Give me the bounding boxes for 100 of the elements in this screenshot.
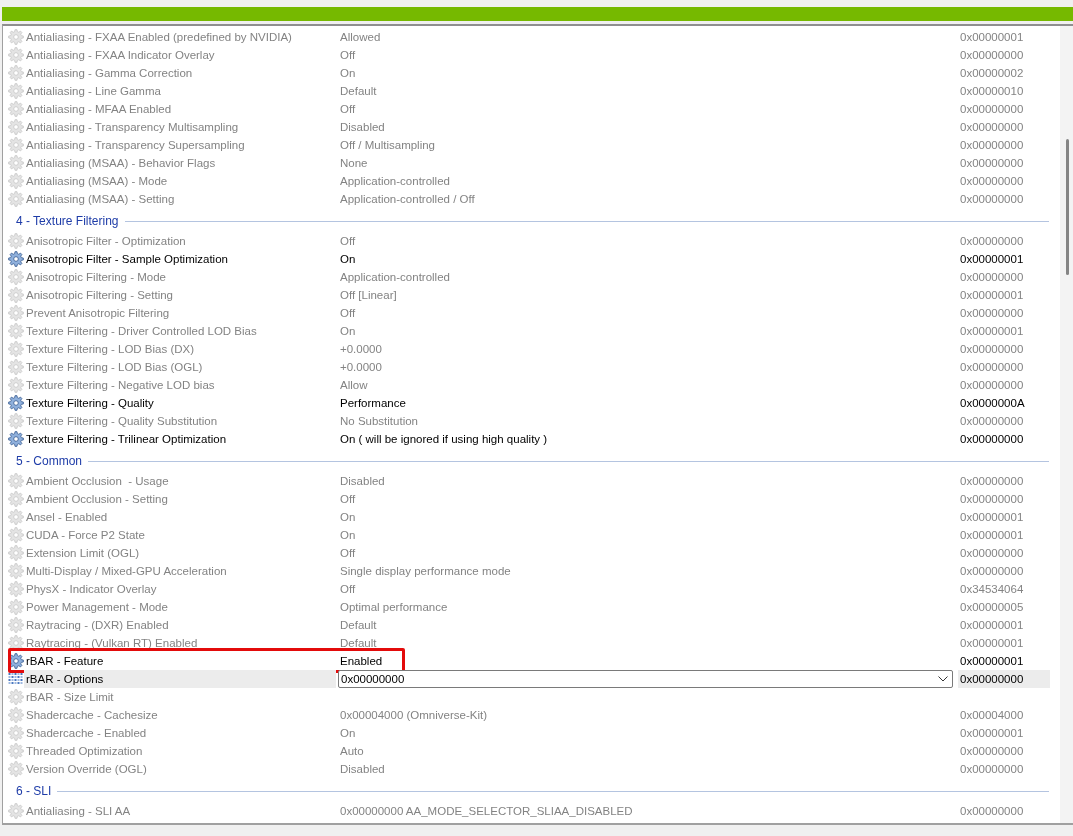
setting-name[interactable]: Version Override (OGL) [24,760,336,778]
setting-name[interactable]: Texture Filtering - Negative LOD bias [24,376,336,394]
scrollbar-thumb[interactable] [1066,139,1069,275]
setting-value: Off [339,306,356,321]
setting-value: Application-controlled / Off [339,192,475,207]
setting-hex: 0x00000000 [959,762,1025,777]
setting-hex: 0x00000000 [959,174,1025,189]
setting-hex: 0x00000000 [959,804,1025,819]
setting-name[interactable]: Texture Filtering - Trilinear Optimization [24,430,336,448]
setting-value: Auto [339,744,364,759]
setting-name[interactable]: Antialiasing (MSAA) - Behavior Flags [24,154,336,172]
setting-hex: 0x00004000 [959,708,1025,723]
section-header: 4 - Texture Filtering [16,214,119,228]
setting-value: 0x00004000 (Omniverse-Kit) [339,708,487,723]
setting-value: +0.0000 [339,360,382,375]
setting-hex: 0x00000010 [959,84,1025,99]
section-header: 5 - Common [16,454,83,468]
setting-name[interactable]: Texture Filtering - LOD Bias (DX) [24,340,336,358]
setting-hex: 0x00000001 [959,636,1025,651]
setting-name[interactable]: Anisotropic Filter - Optimization [24,232,336,250]
setting-name[interactable]: Antialiasing - MFAA Enabled [24,100,336,118]
setting-hex: 0x00000000 [959,102,1025,117]
setting-name[interactable]: CUDA - Force P2 State [24,526,336,544]
setting-value: Off [339,102,356,117]
setting-value: Off [339,546,356,561]
setting-value: Off [339,234,356,249]
setting-hex: 0x00000000 [959,192,1025,207]
setting-name[interactable]: Raytracing - (Vulkan RT) Enabled [24,634,336,652]
value-dropdown[interactable]: 0x00000000 [338,670,953,688]
setting-name[interactable]: Antialiasing (MSAA) - Setting [24,190,336,208]
setting-name[interactable]: Ambient Occlusion - Setting [24,490,336,508]
setting-hex: 0x00000000 [959,48,1025,63]
setting-hex: 0x0000000A [959,396,1026,411]
setting-hex: 0x00000000 [959,342,1025,357]
setting-hex: 0x00000000 [959,414,1025,429]
setting-hex: 0x00000000 [959,744,1025,759]
setting-name[interactable]: Antialiasing - FXAA Enabled (predefined by NVIDIA) [24,28,336,46]
setting-hex: 0x00000000 [959,120,1025,135]
setting-name[interactable]: Anisotropic Filter - Sample Optimization [24,250,336,268]
setting-value: None [339,156,368,171]
setting-value: Off [339,48,356,63]
setting-name[interactable]: Antialiasing - SLI AA [24,802,336,820]
setting-name[interactable]: Texture Filtering - Driver Controlled LOD Bias [24,322,336,340]
setting-name[interactable]: Extension Limit (OGL) [24,544,336,562]
setting-value: On [339,528,356,543]
setting-name[interactable]: Threaded Optimization [24,742,336,760]
scrollbar[interactable] [1060,26,1073,823]
setting-value: Application-controlled [339,270,450,285]
setting-value: Disabled [339,762,385,777]
setting-value: On [339,726,356,741]
setting-name[interactable]: Antialiasing - Transparency Supersampling [24,136,336,154]
setting-hex: 0x00000000 [959,564,1025,579]
setting-name[interactable]: Antialiasing (MSAA) - Mode [24,172,336,190]
setting-name[interactable]: Anisotropic Filtering - Mode [24,268,336,286]
setting-value: 0x00000000 AA_MODE_SELECTOR_SLIAA_DISABLED [339,804,633,819]
setting-name[interactable]: Shadercache - Enabled [24,724,336,742]
setting-value: Off / Multisampling [339,138,435,153]
setting-hex: 0x00000000 [959,492,1025,507]
setting-name[interactable]: Antialiasing - Gamma Correction [24,64,336,82]
setting-name[interactable]: Antialiasing - Line Gamma [24,82,336,100]
setting-value: Allow [339,378,368,393]
setting-value: Enabled [339,654,383,669]
setting-name[interactable]: Power Management - Mode [24,598,336,616]
setting-name[interactable]: rBAR - Feature [24,652,336,670]
setting-hex: 0x00000001 [959,618,1025,633]
setting-name[interactable]: Texture Filtering - LOD Bias (OGL) [24,358,336,376]
setting-name[interactable]: Antialiasing - Transparency Multisampling [24,118,336,136]
setting-name[interactable]: Multi-Display / Mixed-GPU Acceleration [24,562,336,580]
setting-hex: 0x00000001 [959,528,1025,543]
setting-value: Single display performance mode [339,564,511,579]
setting-value: Allowed [339,30,381,45]
setting-name[interactable]: rBAR - Options [24,670,336,688]
setting-value: Performance [339,396,406,411]
setting-name[interactable]: Anisotropic Filtering - Setting [24,286,336,304]
setting-name[interactable]: rBAR - Size Limit [24,688,336,706]
setting-name[interactable]: Raytracing - (DXR) Enabled [24,616,336,634]
chevron-down-icon [938,676,948,682]
setting-value: Off [Linear] [339,288,397,303]
setting-hex: 0x00000001 [959,252,1025,267]
setting-value: On [339,510,356,525]
setting-value: Disabled [339,474,385,489]
dotted-grid-icon [8,671,24,687]
setting-hex: 0x00000001 [959,324,1025,339]
setting-name[interactable]: PhysX - Indicator Overlay [24,580,336,598]
setting-hex: 0x00000000 [959,378,1025,393]
setting-name[interactable]: Texture Filtering - Quality [24,394,336,412]
setting-hex: 0x00000001 [959,726,1025,741]
setting-name[interactable]: Ansel - Enabled [24,508,336,526]
setting-name[interactable]: Shadercache - Cachesize [24,706,336,724]
setting-hex: 0x00000005 [959,600,1025,615]
setting-name[interactable]: Prevent Anisotropic Filtering [24,304,336,322]
setting-name[interactable]: Antialiasing - FXAA Indicator Overlay [24,46,336,64]
setting-value: Off [339,492,356,507]
setting-hex: 0x00000000 [959,270,1025,285]
setting-value: On [339,324,356,339]
setting-value: Default [339,636,377,651]
setting-value: Optimal performance [339,600,448,615]
setting-hex: 0x00000000 [959,234,1025,249]
setting-name[interactable]: Texture Filtering - Quality Substitution [24,412,336,430]
setting-name[interactable]: Ambient Occlusion - Usage [24,472,336,490]
